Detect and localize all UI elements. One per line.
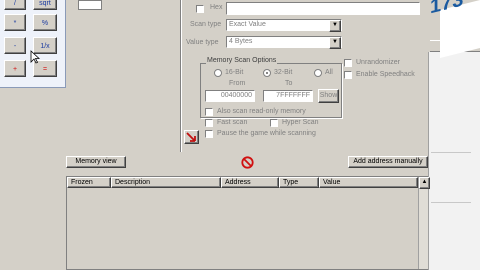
- calc-sqrt-button[interactable]: sqrt: [33, 0, 57, 10]
- add-address-manually-button[interactable]: Add address manually: [348, 156, 428, 168]
- bit32-label: 32-Bit: [274, 69, 293, 76]
- bit16-radio[interactable]: [214, 69, 222, 77]
- chevron-down-icon[interactable]: ▼: [329, 37, 341, 49]
- column-header-address[interactable]: Address: [221, 177, 279, 188]
- all-label: All: [325, 69, 333, 76]
- value-type-value: 4 Bytes: [229, 38, 253, 45]
- calc-minus-button[interactable]: -: [4, 37, 26, 54]
- bit32-radio[interactable]: [263, 69, 271, 77]
- also-scan-readonly-label: Also scan read-only memory: [217, 108, 306, 115]
- all-radio[interactable]: [314, 69, 322, 77]
- hyper-scan-label: Hyper Scan: [282, 119, 319, 126]
- from-address-input[interactable]: 00400000: [205, 90, 255, 102]
- column-header-description[interactable]: Description: [111, 177, 221, 188]
- calc-plus-button[interactable]: +: [4, 60, 26, 77]
- pause-game-label: Pause the game while scanning: [217, 130, 316, 137]
- also-scan-readonly-checkbox[interactable]: [205, 108, 213, 116]
- from-label: From: [229, 80, 246, 87]
- bit16-label: 16-Bit: [225, 69, 244, 76]
- calc-percent-button[interactable]: %: [33, 14, 57, 31]
- stop-icon[interactable]: [241, 156, 254, 169]
- speedhack-label: Enable Speedhack: [356, 71, 415, 78]
- column-header-type[interactable]: Type: [279, 177, 319, 188]
- pointer-arrow-button[interactable]: [184, 130, 199, 144]
- hex-label: Hex: [210, 4, 223, 11]
- scroll-up-icon[interactable]: ▲: [419, 177, 430, 189]
- pause-game-checkbox[interactable]: [205, 130, 213, 138]
- to-label: To: [285, 80, 293, 87]
- address-table[interactable]: Frozen Description Address Type Value ▲: [66, 176, 430, 270]
- scrollbar[interactable]: ▲: [418, 177, 430, 269]
- divider: [180, 0, 182, 152]
- calculator-panel: / sqrt * % - 1/x + =: [0, 0, 66, 88]
- scan-type-value: Exact Value: [229, 21, 266, 28]
- unrandomizer-label: Unrandomizer: [356, 59, 400, 66]
- table-header: Frozen Description Address Type Value: [67, 177, 418, 188]
- hex-checkbox[interactable]: [196, 5, 204, 13]
- mouse-cursor-icon: [30, 50, 41, 64]
- right-side-panel: [428, 52, 480, 270]
- unrandomizer-checkbox[interactable]: [344, 59, 352, 67]
- logo-number: 173: [430, 0, 464, 19]
- scan-value-input[interactable]: [226, 2, 420, 15]
- scan-type-label: Scan type: [190, 21, 222, 28]
- value-type-label: Value type: [186, 39, 219, 46]
- process-info-area: [66, 0, 180, 152]
- fast-scan-label: Fast scan: [217, 119, 248, 126]
- calc-divide-button[interactable]: /: [4, 0, 26, 10]
- scan-type-select[interactable]: Exact Value ▼: [226, 19, 342, 32]
- value-type-select[interactable]: 4 Bytes ▼: [226, 36, 342, 49]
- show-button[interactable]: Show: [318, 89, 339, 103]
- memory-view-button[interactable]: Memory view: [66, 156, 126, 168]
- to-address-input[interactable]: 7FFFFFFF: [263, 90, 313, 102]
- memory-scan-options-title: Memory Scan Options: [206, 57, 278, 64]
- fast-scan-checkbox[interactable]: [205, 119, 213, 127]
- logo-badge: 173: [430, 0, 480, 59]
- column-header-frozen[interactable]: Frozen: [67, 177, 111, 188]
- column-header-value[interactable]: Value: [319, 177, 418, 188]
- arrow-icon: [186, 132, 196, 142]
- chevron-down-icon[interactable]: ▼: [329, 20, 341, 32]
- speedhack-checkbox[interactable]: [344, 71, 352, 79]
- calc-multiply-button[interactable]: *: [4, 14, 26, 31]
- hyper-scan-checkbox[interactable]: [270, 119, 278, 127]
